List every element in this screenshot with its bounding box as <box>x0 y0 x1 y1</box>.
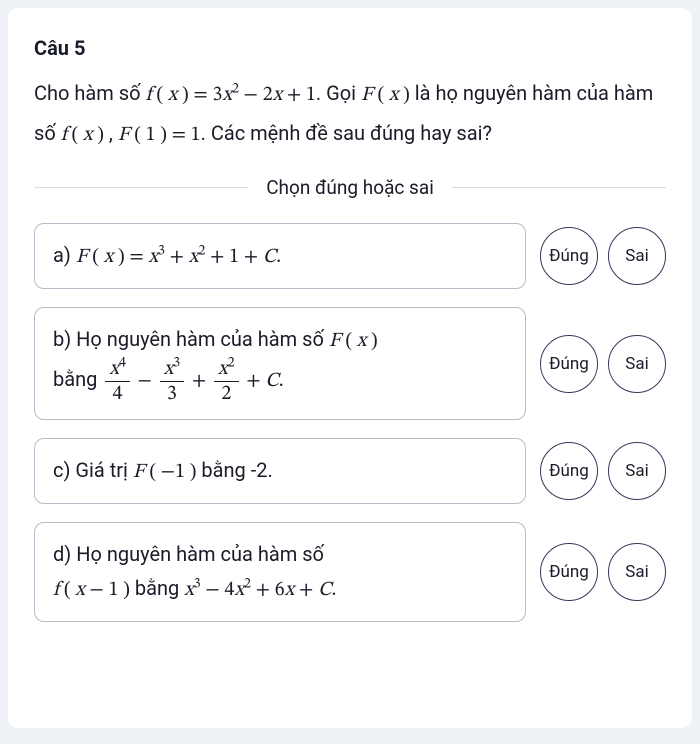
option-a-buttons: Đúng Sai <box>540 223 666 289</box>
option-c-math: F ( −1 ) <box>133 462 197 482</box>
divider-line <box>452 187 666 188</box>
stem-math-cond: F ( 1 ) = 1 <box>118 125 201 145</box>
false-button[interactable]: Sai <box>608 335 666 393</box>
option-a-math: F ( x ) = x3 + x2 + 1 + C. <box>76 247 281 267</box>
stem-math-F: F ( x ) <box>361 85 410 105</box>
true-label: Đúng <box>549 562 589 582</box>
false-button[interactable]: Sai <box>608 227 666 285</box>
option-d[interactable]: d) Họ nguyên hàm của hàm số f ( x − 1 ) … <box>34 522 526 622</box>
true-button[interactable]: Đúng <box>540 335 598 393</box>
option-d-poly: x3 − 4x2 + 6x + C. <box>184 580 336 600</box>
option-b-lead: Họ nguyên hàm của hàm số <box>76 327 329 351</box>
option-c-lead: Giá trị <box>75 458 132 482</box>
option-c-tail: bằng -2. <box>196 458 272 482</box>
option-row-a: a) F ( x ) = x3 + x2 + 1 + C. Đúng Sai <box>34 223 666 289</box>
option-b-mid: bằng <box>53 367 102 391</box>
option-a[interactable]: a) F ( x ) = x3 + x2 + 1 + C. <box>34 223 526 289</box>
false-button[interactable]: Sai <box>608 543 666 601</box>
stem-text: . Các mệnh đề sau đúng hay sai? <box>201 121 492 145</box>
false-label: Sai <box>625 354 648 374</box>
option-d-lead: Họ nguyên hàm của hàm số <box>76 542 324 566</box>
true-label: Đúng <box>549 461 589 481</box>
false-label: Sai <box>625 461 648 481</box>
option-label: a) <box>53 243 76 267</box>
option-d-mid: bằng <box>130 576 184 600</box>
true-button[interactable]: Đúng <box>540 543 598 601</box>
option-row-c: c) Giá trị F ( −1 ) bằng -2. Đúng Sai <box>34 438 666 504</box>
section-divider: Chọn đúng hoặc sai <box>34 176 666 199</box>
true-button[interactable]: Đúng <box>540 442 598 500</box>
question-stem: Cho hàm số f ( x ) = 3x2 − 2x + 1. Gọi F… <box>34 74 666 154</box>
true-label: Đúng <box>549 354 589 374</box>
false-button[interactable]: Sai <box>608 442 666 500</box>
option-b-Fx: F ( x ) <box>329 331 378 351</box>
option-c-buttons: Đúng Sai <box>540 438 666 504</box>
option-b[interactable]: b) Họ nguyên hàm của hàm số F ( x ) bằng… <box>34 307 526 420</box>
option-label: c) <box>53 458 75 482</box>
option-b-buttons: Đúng Sai <box>540 307 666 420</box>
option-b-frac: x44 − x33 + x22 + C. <box>102 371 283 391</box>
option-row-d: d) Họ nguyên hàm của hàm số f ( x − 1 ) … <box>34 522 666 622</box>
option-label: d) <box>53 542 76 566</box>
stem-math-f: f ( x ) = 3x2 − 2x + 1 <box>145 85 315 105</box>
option-label: b) <box>53 327 76 351</box>
true-button[interactable]: Đúng <box>540 227 598 285</box>
option-row-b: b) Họ nguyên hàm của hàm số F ( x ) bằng… <box>34 307 666 420</box>
false-label: Sai <box>625 246 648 266</box>
divider-line <box>34 187 248 188</box>
stem-text: . Gọi <box>316 81 361 105</box>
stem-text: Cho hàm số <box>34 81 145 105</box>
stem-text: , <box>104 121 118 145</box>
option-d-fx1: f ( x − 1 ) <box>53 580 130 600</box>
stem-math-fx: f ( x ) <box>61 125 104 145</box>
divider-label: Chọn đúng hoặc sai <box>248 176 452 199</box>
option-c[interactable]: c) Giá trị F ( −1 ) bằng -2. <box>34 438 526 504</box>
true-label: Đúng <box>549 246 589 266</box>
option-d-buttons: Đúng Sai <box>540 522 666 622</box>
question-card: Câu 5 Cho hàm số f ( x ) = 3x2 − 2x + 1.… <box>8 8 692 728</box>
question-title: Câu 5 <box>34 36 666 60</box>
false-label: Sai <box>625 562 648 582</box>
